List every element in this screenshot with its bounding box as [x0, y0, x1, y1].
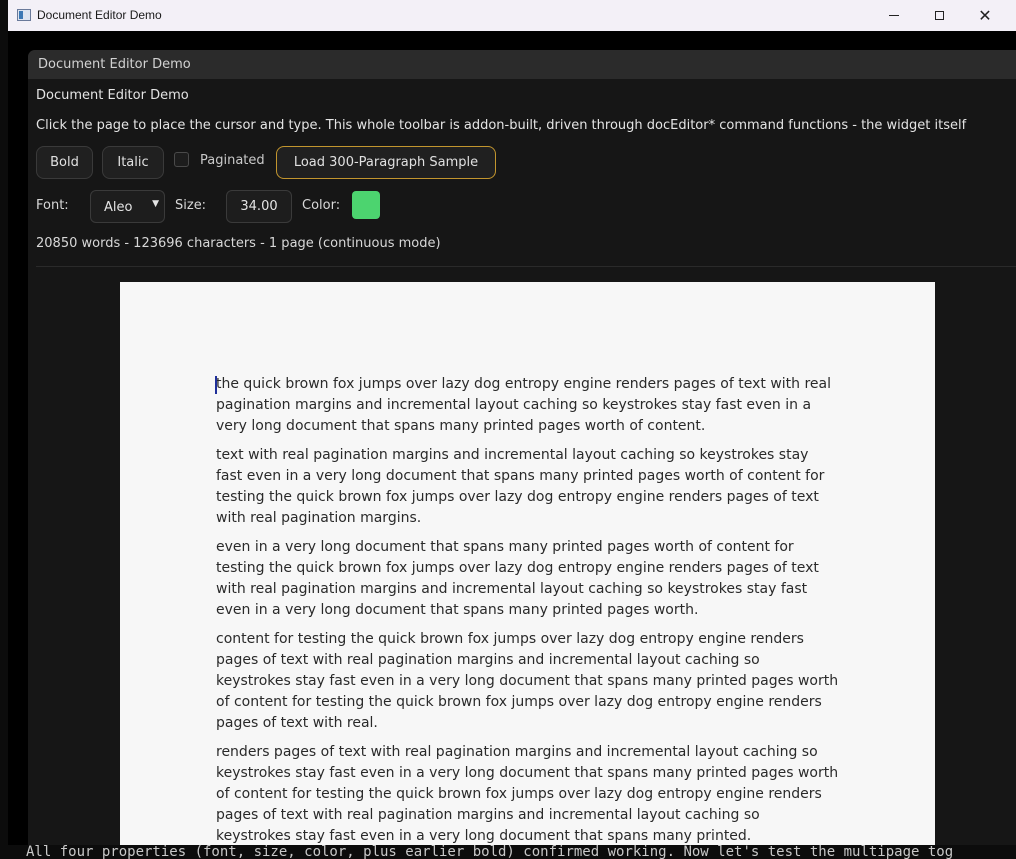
minimize-button[interactable]: [871, 0, 917, 31]
paragraph-line: with real pagination margins and increme…: [216, 581, 808, 597]
bold-button[interactable]: Bold: [36, 146, 93, 179]
document-paragraph[interactable]: content for testing the quick brown fox …: [216, 629, 839, 734]
editor-panel: Document Editor Demo Document Editor Dem…: [28, 50, 1016, 845]
text-cursor: [215, 376, 217, 394]
maximize-icon: [934, 11, 944, 20]
document-body[interactable]: the quick brown fox jumps over lazy dog …: [215, 374, 839, 845]
window-title: Document Editor Demo: [37, 8, 162, 22]
paragraph-line: keystrokes stay fast even in a very long…: [216, 673, 839, 689]
paragraph-line: of content for testing the quick brown f…: [216, 786, 822, 802]
close-button[interactable]: ✕: [962, 0, 1008, 31]
document-paragraph[interactable]: text with real pagination margins and in…: [216, 445, 836, 529]
document-page[interactable]: the quick brown fox jumps over lazy dog …: [120, 282, 935, 845]
background-terminal-line: All four properties (font, size, color, …: [0, 845, 1016, 859]
paragraph-line: keystrokes stay fast even in a very long…: [216, 828, 752, 844]
app-window-icon: [17, 9, 31, 21]
paragraph-line: fast even in a very long document that s…: [216, 468, 825, 484]
color-label: Color:: [302, 198, 341, 213]
load-sample-button[interactable]: Load 300-Paragraph Sample: [276, 146, 496, 179]
font-select-value: Aleo: [104, 200, 133, 215]
document-paragraph[interactable]: the quick brown fox jumps over lazy dog …: [216, 374, 836, 437]
window-titlebar[interactable]: Document Editor Demo ✕: [8, 0, 1016, 31]
paragraph-line: text with real pagination margins and in…: [216, 447, 809, 463]
paragraph-line: with real pagination margins.: [216, 510, 422, 526]
document-paragraph[interactable]: even in a very long document that spans …: [216, 537, 836, 621]
panel-header[interactable]: Document Editor Demo: [28, 50, 1016, 79]
paragraph-line: of content for testing the quick brown f…: [216, 694, 822, 710]
paragraph-line: even in a very long document that spans …: [216, 539, 794, 555]
italic-button[interactable]: Italic: [102, 146, 164, 179]
paragraph-line: pages of text with real pagination margi…: [216, 652, 760, 668]
paginated-label[interactable]: Paginated: [200, 153, 265, 168]
paragraph-line: testing the quick brown fox jumps over l…: [216, 560, 819, 576]
app-title: Document Editor Demo: [36, 88, 189, 103]
font-select[interactable]: Aleo ▼: [90, 190, 165, 223]
minimize-icon: [889, 15, 899, 16]
document-paragraph[interactable]: renders pages of text with real paginati…: [216, 742, 839, 845]
toolbar-description: Click the page to place the cursor and t…: [36, 118, 967, 133]
app-window: Document Editor Demo ✕ Document Editor D…: [8, 0, 1016, 845]
paragraph-line: testing the quick brown fox jumps over l…: [216, 489, 819, 505]
paragraph-line: pages of text with real.: [216, 715, 378, 731]
paragraph-line: keystrokes stay fast even in a very long…: [216, 765, 839, 781]
size-label: Size:: [175, 198, 207, 213]
paragraph-line: even in a very long document that spans …: [216, 602, 699, 618]
paragraph-line: very long document that spans many print…: [216, 418, 706, 434]
chevron-down-icon: ▼: [152, 199, 159, 209]
size-input[interactable]: 34.00: [226, 190, 292, 223]
paginated-checkbox[interactable]: [174, 152, 189, 167]
document-stats: 20850 words - 123696 characters - 1 page…: [36, 236, 441, 251]
paragraph-line: pages of text with real pagination margi…: [216, 807, 760, 823]
close-icon: ✕: [978, 7, 992, 25]
paragraph-line: renders pages of text with real paginati…: [216, 744, 818, 760]
paragraph-line: content for testing the quick brown fox …: [216, 631, 804, 647]
maximize-button[interactable]: [916, 0, 962, 31]
color-swatch[interactable]: [352, 191, 380, 219]
paragraph-line: pagination margins and incremental layou…: [216, 397, 812, 413]
paragraph-line: the quick brown fox jumps over lazy dog …: [216, 376, 832, 392]
font-label: Font:: [36, 198, 69, 213]
